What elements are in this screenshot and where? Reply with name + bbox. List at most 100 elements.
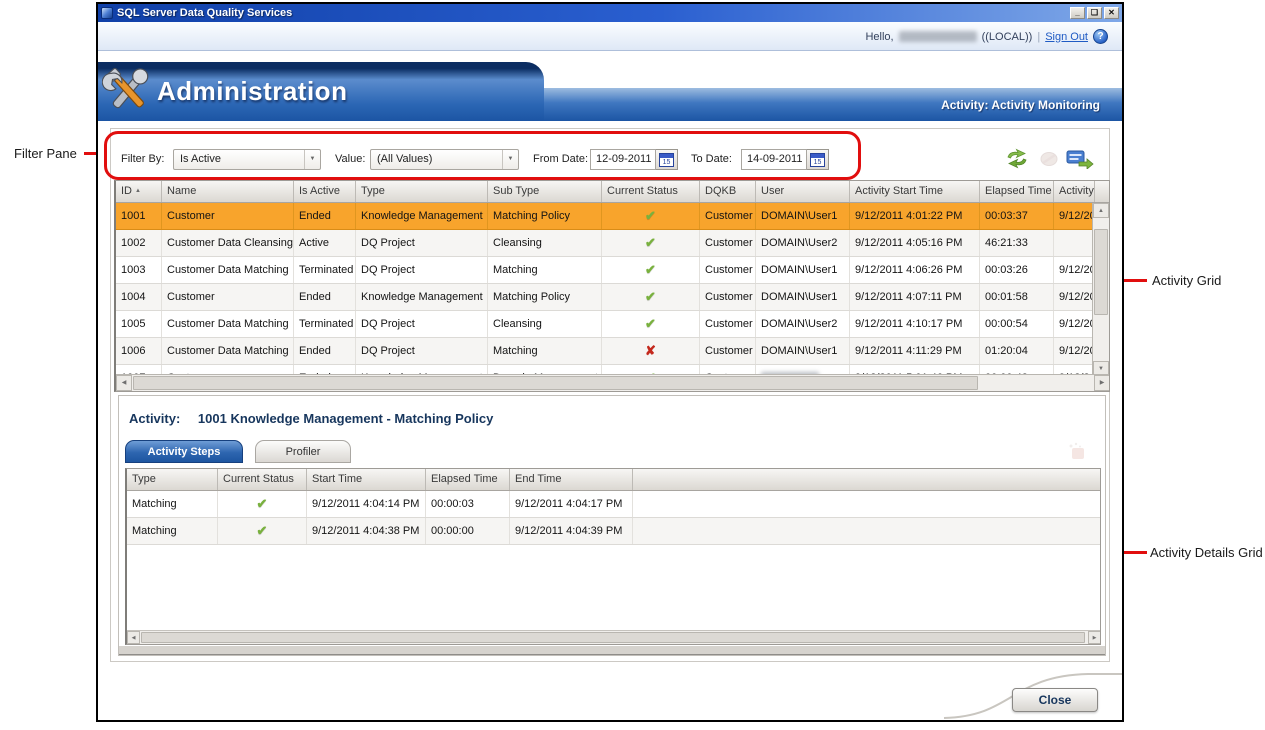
column-header-type[interactable]: Type — [356, 181, 488, 202]
column-header-current-status[interactable]: Current Status — [602, 181, 700, 202]
cell-is_active: Ended — [294, 203, 356, 229]
column-header-elapsed-time[interactable]: Elapsed Time — [426, 469, 510, 490]
user-name-redacted — [899, 31, 977, 42]
scroll-up-icon[interactable]: ▲ — [1093, 203, 1109, 218]
cell-id: 1003 — [116, 257, 162, 283]
close-button[interactable]: Close — [1012, 688, 1098, 712]
column-header-end-time[interactable]: End Time — [510, 469, 633, 490]
cell-status: ✔ — [218, 491, 307, 517]
cell-sub_type: Cleansing — [488, 311, 602, 337]
cell-start_time: 9/12/2011 4:05:16 PM — [850, 230, 980, 256]
cell-id: 1004 — [116, 284, 162, 310]
status-success-icon: ✔ — [645, 289, 656, 304]
status-success-icon: ✔ — [645, 235, 656, 250]
minimize-button[interactable]: _ — [1070, 7, 1085, 19]
cell-name: Customer Data Cleansing — [162, 230, 294, 256]
cell-start_time: 9/12/2011 4:01:22 PM — [850, 203, 980, 229]
column-header-activity-start-time[interactable]: Activity Start Time — [850, 181, 980, 202]
sign-out-link[interactable]: Sign Out — [1045, 31, 1088, 43]
column-header-is-active[interactable]: Is Active — [294, 181, 356, 202]
close-window-button[interactable]: ✕ — [1104, 7, 1119, 19]
cell-elapsed: 01:20:04 — [980, 338, 1054, 364]
column-header-activity[interactable]: Activity — [1054, 181, 1095, 202]
cell-filler — [633, 518, 1101, 544]
status-success-icon: ✔ — [645, 208, 656, 223]
activity-details-panel: Activity: 1001 Knowledge Management - Ma… — [118, 395, 1106, 656]
cell-status: ✔ — [602, 230, 700, 256]
cell-type: Knowledge Management — [356, 284, 488, 310]
details-hscroll-thumb[interactable] — [141, 632, 1085, 643]
column-header-dqkb[interactable]: DQKB — [700, 181, 756, 202]
activity-row[interactable]: 1002Customer Data CleansingActiveDQ Proj… — [116, 230, 1109, 257]
cell-dqkb: Customer — [700, 284, 756, 310]
cell-is_active: Terminated — [294, 257, 356, 283]
cell-dqkb: Customer — [700, 203, 756, 229]
activity-grid: ID▲NameIs ActiveTypeSub TypeCurrent Stat… — [114, 180, 1110, 392]
tab-profiler[interactable]: Profiler — [255, 440, 351, 463]
activity-row[interactable]: 1004CustomerEndedKnowledge ManagementMat… — [116, 284, 1109, 311]
window-titlebar[interactable]: SQL Server Data Quality Services _ ❏ ✕ — [98, 4, 1122, 22]
cell-elapsed: 46:21:33 — [980, 230, 1054, 256]
column-header-type[interactable]: Type — [127, 469, 218, 490]
cell-name: Customer — [162, 284, 294, 310]
activity-row[interactable]: 1005Customer Data MatchingTerminatedDQ P… — [116, 311, 1109, 338]
refresh-icon[interactable] — [1004, 148, 1030, 170]
column-header-current-status[interactable]: Current Status — [218, 469, 307, 490]
status-fail-icon: ✘ — [645, 343, 656, 358]
scroll-left-icon[interactable]: ◀ — [116, 375, 132, 391]
profiler-export-icon-disabled — [1067, 442, 1087, 460]
column-header-name[interactable]: Name — [162, 181, 294, 202]
cell-end_time: 9/12/2011 4:04:17 PM — [510, 491, 633, 517]
activity-grid-hscrollbar[interactable]: ◀ ▶ — [116, 374, 1110, 391]
cell-type: Knowledge Management — [356, 203, 488, 229]
cell-name: Customer Data Matching — [162, 311, 294, 337]
screenshot-canvas: Filter Pane Activity Grid Activity Detai… — [0, 0, 1265, 730]
vscroll-thumb[interactable] — [1094, 229, 1108, 315]
cell-elapsed: 00:01:58 — [980, 284, 1054, 310]
hscroll-thumb[interactable] — [133, 376, 978, 390]
activity-row[interactable]: 1006Customer Data MatchingEndedDQ Projec… — [116, 338, 1109, 365]
cell-type: DQ Project — [356, 311, 488, 337]
window-title: SQL Server Data Quality Services — [117, 7, 292, 19]
banner-title: Administration — [157, 76, 347, 107]
cell-id: 1005 — [116, 311, 162, 337]
column-header-start-time[interactable]: Start Time — [307, 469, 426, 490]
details-activity-value: 1001 Knowledge Management - Matching Pol… — [198, 411, 493, 426]
cell-start_time: 9/12/2011 4:07:11 PM — [850, 284, 980, 310]
activity-step-row[interactable]: Matching✔9/12/2011 4:04:38 PM00:00:009/1… — [127, 518, 1100, 545]
activity-grid-rows: 1001CustomerEndedKnowledge ManagementMat… — [116, 203, 1109, 376]
cell-end_time: 9/12/20 — [1054, 257, 1095, 283]
administration-tools-icon — [102, 63, 154, 119]
cell-user: DOMAIN\User1 — [756, 338, 850, 364]
export-monitor-icon[interactable] — [1066, 149, 1094, 169]
help-icon[interactable]: ? — [1093, 29, 1108, 44]
activity-step-row[interactable]: Matching✔9/12/2011 4:04:14 PM00:00:039/1… — [127, 491, 1100, 518]
restore-button[interactable]: ❏ — [1087, 7, 1102, 19]
cell-start_time: 9/12/2011 4:06:26 PM — [850, 257, 980, 283]
cell-dqkb: Customer — [700, 311, 756, 337]
scroll-right-icon[interactable]: ▶ — [1088, 631, 1101, 644]
column-header-sub-type[interactable]: Sub Type — [488, 181, 602, 202]
details-grid-header: TypeCurrent StatusStart TimeElapsed Time… — [127, 469, 1100, 491]
separator: | — [1037, 31, 1040, 43]
column-header-filler[interactable] — [633, 469, 1101, 490]
terminate-activity-icon-disabled — [1038, 150, 1060, 168]
scroll-left-icon[interactable]: ◀ — [127, 631, 140, 644]
cell-end_time: 9/12/20 — [1054, 284, 1095, 310]
cell-name: Customer — [162, 203, 294, 229]
cell-user: DOMAIN\User1 — [756, 257, 850, 283]
activity-grid-vscrollbar[interactable]: ▲ ▼ — [1092, 203, 1109, 376]
cell-type: DQ Project — [356, 257, 488, 283]
cell-user: DOMAIN\User1 — [756, 203, 850, 229]
activity-row[interactable]: 1001CustomerEndedKnowledge ManagementMat… — [116, 203, 1109, 230]
column-header-user[interactable]: User — [756, 181, 850, 202]
cell-status: ✘ — [602, 338, 700, 364]
tab-activity-steps[interactable]: Activity Steps — [125, 440, 243, 463]
activity-row[interactable]: 1003Customer Data MatchingTerminatedDQ P… — [116, 257, 1109, 284]
scroll-right-icon[interactable]: ▶ — [1094, 375, 1110, 391]
column-header-elapsed-time[interactable]: Elapsed Time — [980, 181, 1054, 202]
details-grid-hscrollbar[interactable]: ◀ ▶ — [127, 630, 1101, 644]
cell-start_time: 9/12/2011 4:11:29 PM — [850, 338, 980, 364]
cell-name: Customer Data Matching — [162, 257, 294, 283]
column-header-id[interactable]: ID▲ — [116, 181, 162, 202]
